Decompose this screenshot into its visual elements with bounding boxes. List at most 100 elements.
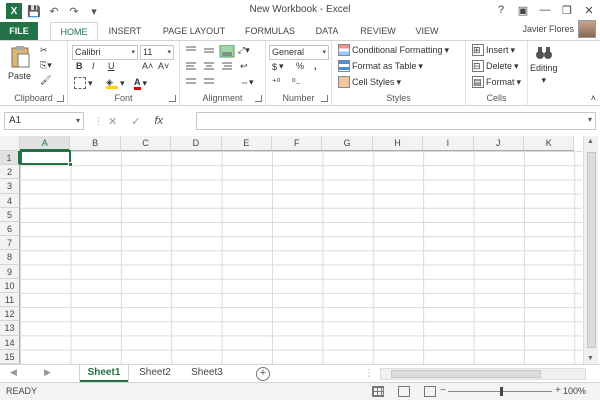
font-launcher-icon[interactable] [169, 95, 176, 102]
scroll-up-icon[interactable]: ▲ [587, 138, 594, 145]
column-header-f[interactable]: F [272, 136, 323, 151]
next-sheet-icon[interactable]: ▶ [44, 367, 51, 378]
row-header-14[interactable]: 14 [0, 335, 20, 350]
zoom-out-button[interactable]: − [440, 385, 446, 396]
row-header-12[interactable]: 12 [0, 307, 20, 322]
row-header-3[interactable]: 3 [0, 179, 20, 194]
decrease-decimal-icon[interactable]: ⁰₋ [292, 77, 300, 88]
merge-center-icon[interactable]: ⇔▾ [240, 77, 254, 88]
sheet-tab-sheet2[interactable]: Sheet2 [132, 365, 178, 382]
orientation-icon[interactable]: ⤢▾ [238, 45, 250, 56]
row-header-2[interactable]: 2 [0, 165, 20, 180]
name-box[interactable]: A1 ▾ [4, 112, 84, 130]
column-header-h[interactable]: H [372, 136, 424, 151]
new-sheet-button[interactable]: + [256, 367, 270, 381]
column-header-b[interactable]: B [70, 136, 121, 151]
row-header-6[interactable]: 6 [0, 222, 20, 237]
help-button[interactable]: ? [492, 2, 510, 18]
row-header-10[interactable]: 10 [0, 278, 20, 293]
row-header-5[interactable]: 5 [0, 207, 20, 222]
font-color-icon[interactable]: A ▾ [134, 77, 147, 90]
close-button[interactable]: ✕ [580, 2, 598, 18]
collapse-ribbon-icon[interactable]: ˄ [591, 93, 596, 103]
wrap-text-icon[interactable]: ↩ [240, 61, 248, 72]
column-header-k[interactable]: K [524, 136, 575, 151]
delete-cells-button[interactable]: ⊟ Delete ▾ [472, 60, 519, 72]
horizontal-scrollbar[interactable] [380, 368, 586, 380]
enter-entry-button[interactable]: ✓ [131, 115, 140, 128]
format-painter-icon[interactable]: 🖌 [40, 75, 51, 86]
tab-home[interactable]: HOME [50, 22, 98, 41]
zoom-in-button[interactable]: + [555, 385, 561, 396]
zoom-slider-thumb[interactable] [500, 387, 503, 396]
tab-formulas[interactable]: FORMULAS [240, 22, 300, 40]
cut-icon[interactable]: ✂ [40, 45, 48, 56]
column-header-g[interactable]: G [322, 136, 373, 151]
select-all-button[interactable] [0, 136, 20, 151]
column-header-c[interactable]: C [120, 136, 172, 151]
clipboard-launcher-icon[interactable] [57, 95, 64, 102]
alignment-launcher-icon[interactable] [255, 95, 262, 102]
column-header-i[interactable]: I [423, 136, 474, 151]
editing-button[interactable]: Editing ▾ [530, 45, 558, 86]
row-header-9[interactable]: 9 [0, 264, 20, 279]
normal-view-icon[interactable] [372, 386, 384, 397]
horizontal-scroll-thumb[interactable] [391, 370, 541, 378]
tab-file[interactable]: FILE [0, 22, 38, 40]
row-header-11[interactable]: 11 [0, 293, 20, 308]
cells-area[interactable] [20, 151, 582, 364]
tab-insert[interactable]: INSERT [104, 22, 146, 40]
column-header-d[interactable]: D [171, 136, 222, 151]
format-as-table-button[interactable]: Format as Table ▾ [338, 60, 423, 72]
cancel-entry-button[interactable]: ✕ [108, 115, 117, 128]
row-header-4[interactable]: 4 [0, 193, 20, 208]
shrink-font-button[interactable]: A˅ [158, 61, 169, 71]
bold-button[interactable]: B [76, 61, 83, 71]
tab-page-layout[interactable]: PAGE LAYOUT [156, 22, 232, 40]
underline-button[interactable]: U [108, 61, 115, 71]
font-size-select[interactable]: 11 ▾ [140, 45, 174, 60]
formula-input[interactable]: ▾ [196, 112, 596, 130]
avatar[interactable] [578, 20, 596, 38]
cell-styles-button[interactable]: Cell Styles ▾ [338, 76, 401, 88]
prev-sheet-icon[interactable]: ◀ [10, 367, 17, 378]
ribbon-display-icon[interactable]: ▣ [514, 2, 532, 18]
conditional-formatting-button[interactable]: Conditional Formatting ▾ [338, 44, 449, 56]
insert-cells-button[interactable]: ⊞ Insert ▾ [472, 44, 515, 56]
page-layout-view-icon[interactable] [398, 386, 410, 397]
sheet-tab-sheet3[interactable]: Sheet3 [184, 365, 230, 382]
column-header-e[interactable]: E [221, 136, 272, 151]
scroll-down-icon[interactable]: ▼ [587, 355, 594, 362]
comma-button[interactable]: , [314, 61, 317, 71]
tab-view[interactable]: VIEW [410, 22, 444, 40]
zoom-level[interactable]: 100% [563, 386, 586, 396]
vertical-scrollbar[interactable]: ▲ ▼ [583, 136, 598, 364]
fill-handle[interactable] [68, 162, 73, 167]
active-cell[interactable] [20, 150, 71, 165]
italic-button[interactable]: I [92, 61, 95, 71]
tab-data[interactable]: DATA [310, 22, 344, 40]
tab-review[interactable]: REVIEW [356, 22, 400, 40]
row-header-13[interactable]: 13 [0, 321, 20, 336]
number-format-select[interactable]: General ▾ [269, 45, 329, 60]
alignment-icons[interactable] [184, 45, 240, 89]
row-header-15[interactable]: 15 [0, 349, 20, 364]
insert-function-button[interactable]: fx [154, 115, 163, 127]
column-header-a[interactable]: A [20, 136, 71, 151]
row-header-1[interactable]: 1 [0, 151, 20, 166]
page-break-view-icon[interactable] [424, 386, 436, 397]
tab-split-grip-icon[interactable]: ⋮ [364, 368, 374, 379]
percent-button[interactable]: % [296, 61, 304, 71]
number-launcher-icon[interactable] [321, 95, 328, 102]
grow-font-button[interactable]: A˄ [142, 61, 153, 71]
minimize-button[interactable]: — [536, 2, 554, 18]
borders-icon[interactable]: ▾ [74, 77, 93, 89]
font-name-select[interactable]: Calibri ▾ [72, 45, 138, 60]
copy-icon[interactable]: ⎘▾ [40, 60, 52, 71]
fill-color-icon[interactable]: ◈ ▾ [106, 77, 125, 89]
vertical-scroll-thumb[interactable] [587, 152, 596, 348]
restore-button[interactable]: ❐ [558, 2, 576, 18]
increase-decimal-icon[interactable]: ⁺⁰ [272, 77, 280, 88]
sheet-tab-sheet1[interactable]: Sheet1 [80, 365, 128, 382]
column-header-j[interactable]: J [473, 136, 524, 151]
